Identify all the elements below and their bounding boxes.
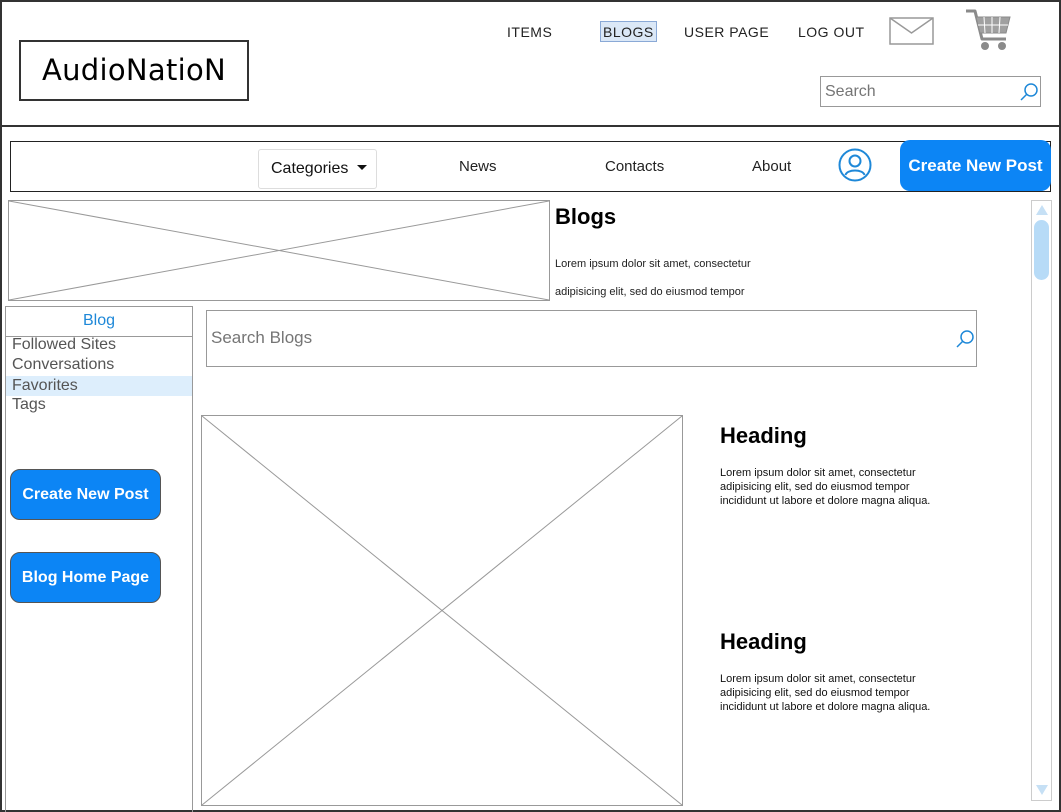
search-icon[interactable] bbox=[1019, 82, 1039, 102]
sidebar-title[interactable]: Blog bbox=[5, 306, 193, 337]
scroll-down-icon[interactable] bbox=[1036, 785, 1048, 795]
banner-description-line: Lorem ipsum dolor sit amet, consectetur bbox=[555, 258, 751, 270]
scroll-thumb[interactable] bbox=[1034, 220, 1049, 280]
cart-icon[interactable] bbox=[964, 5, 1014, 53]
nav-items-link[interactable]: ITEMS bbox=[507, 22, 552, 42]
chevron-down-icon bbox=[357, 165, 367, 170]
create-new-post-button[interactable]: Create New Post bbox=[900, 140, 1051, 191]
scroll-up-icon[interactable] bbox=[1036, 205, 1048, 215]
nav-log-out-link[interactable]: LOG OUT bbox=[798, 22, 865, 42]
top-search-box[interactable] bbox=[820, 76, 1041, 107]
blog-search-box[interactable] bbox=[206, 310, 977, 367]
sidebar-create-new-post-button[interactable]: Create New Post bbox=[10, 469, 161, 520]
banner-image-placeholder bbox=[8, 200, 550, 301]
sidebar-item-followed-sites[interactable]: Followed Sites bbox=[6, 335, 192, 355]
sidebar-item-favorites[interactable]: Favorites bbox=[6, 376, 192, 396]
nav-news-link[interactable]: News bbox=[459, 157, 497, 177]
page-title: Blogs bbox=[555, 204, 617, 229]
search-icon[interactable] bbox=[955, 329, 975, 349]
vertical-scrollbar[interactable] bbox=[1031, 200, 1052, 801]
article-heading: Heading bbox=[720, 423, 807, 448]
logo[interactable]: AudioNatioN bbox=[19, 40, 249, 101]
top-search-input[interactable] bbox=[825, 79, 1005, 105]
article-text: Lorem ipsum dolor sit amet, consectetur … bbox=[720, 467, 931, 507]
sidebar-item-tags[interactable]: Tags bbox=[6, 395, 192, 415]
nav-about-link[interactable]: About bbox=[752, 157, 791, 177]
article-text: Lorem ipsum dolor sit amet, consectetur … bbox=[720, 673, 931, 713]
nav-user-page-link[interactable]: USER PAGE bbox=[684, 22, 769, 42]
sidebar-item-conversations[interactable]: Conversations bbox=[6, 355, 192, 375]
nav-blogs-link[interactable]: BLOGS bbox=[600, 21, 657, 42]
nav-contacts-link[interactable]: Contacts bbox=[605, 157, 664, 177]
nav-bar bbox=[10, 141, 1051, 192]
user-icon[interactable] bbox=[838, 148, 872, 182]
blog-home-page-button[interactable]: Blog Home Page bbox=[10, 552, 161, 603]
blog-search-input[interactable] bbox=[211, 325, 911, 351]
banner-description-line: adipisicing elit, sed do eiusmod tempor bbox=[555, 286, 745, 298]
article-heading: Heading bbox=[720, 629, 807, 654]
mail-icon[interactable] bbox=[889, 16, 935, 46]
article-image-placeholder bbox=[201, 415, 683, 806]
